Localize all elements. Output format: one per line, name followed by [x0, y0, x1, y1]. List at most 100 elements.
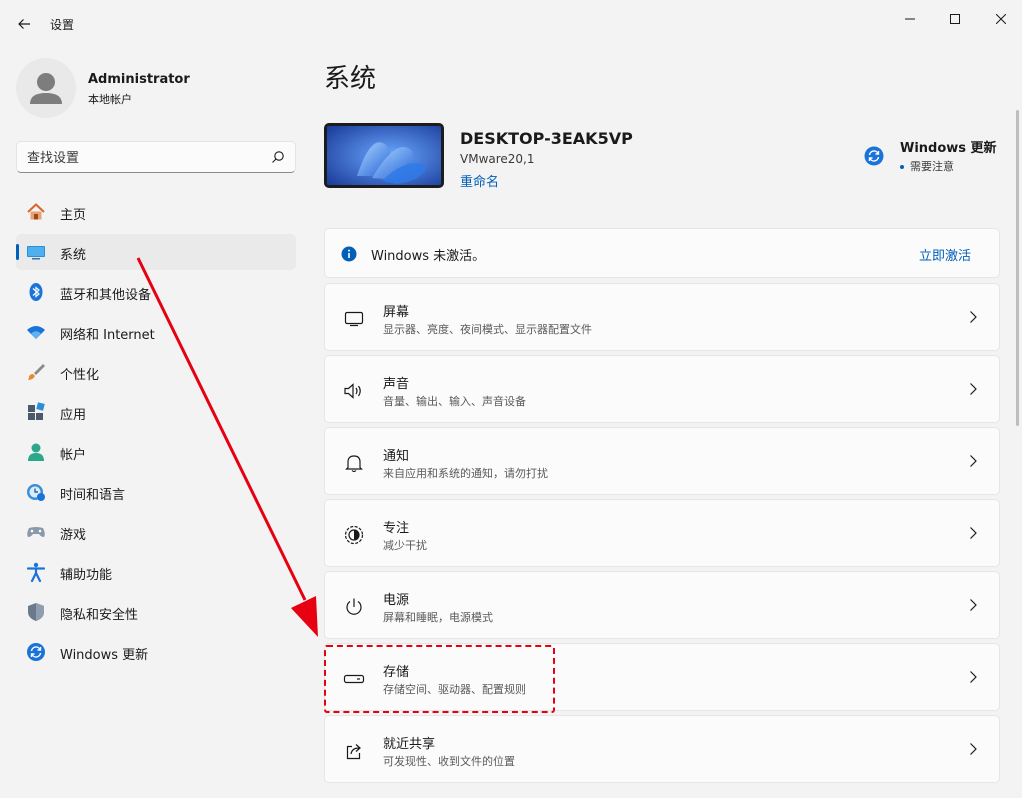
settings-row-notifications[interactable]: 通知 来自应用和系统的通知，请勿打扰 [324, 427, 1000, 495]
row-title: 电源 [383, 593, 410, 608]
row-title: 声音 [383, 377, 410, 392]
sidebar-item-apps[interactable]: 应用 [16, 394, 296, 430]
user-avatar-icon [30, 73, 62, 104]
sidebar-item-label: 网络和 Internet [60, 328, 155, 343]
row-title: 存储 [383, 665, 410, 680]
device-name: DESKTOP-3EAK5VP [460, 129, 633, 148]
sidebar-item-label: 蓝牙和其他设备 [60, 288, 152, 303]
shield-icon [26, 602, 46, 622]
chevron-right-icon [970, 455, 977, 467]
info-icon [341, 246, 357, 262]
sidebar-item-home[interactable]: 主页 [16, 194, 296, 230]
sidebar-item-label: 辅助功能 [60, 568, 113, 583]
active-indicator [16, 244, 19, 260]
close-button[interactable] [978, 4, 1022, 34]
settings-row-focus[interactable]: 专注 减少干扰 [324, 499, 1000, 567]
home-icon [26, 202, 46, 222]
sidebar-item-label: 时间和语言 [60, 488, 126, 503]
settings-row-sound[interactable]: 声音 音量、输出、输入、声音设备 [324, 355, 1000, 423]
speaker-icon [343, 380, 365, 402]
sidebar-item-label: Windows 更新 [60, 648, 149, 663]
back-arrow-icon [18, 19, 30, 29]
bell-icon [343, 452, 365, 474]
windows-update-title[interactable]: Windows 更新 [900, 137, 997, 156]
display-icon [343, 308, 365, 330]
settings-row-storage[interactable]: 存储 存储空间、驱动器、配置规则 [324, 643, 1000, 711]
search-icon[interactable] [271, 150, 285, 164]
chevron-right-icon [970, 527, 977, 539]
wifi-icon [26, 322, 46, 342]
row-description: 可发现性、收到文件的位置 [383, 755, 515, 768]
sidebar-item-accessibility[interactable]: 辅助功能 [16, 554, 296, 590]
sidebar-item-label: 帐户 [60, 448, 87, 463]
settings-row-power[interactable]: 电源 屏幕和睡眠，电源模式 [324, 571, 1000, 639]
scrollbar[interactable] [1016, 110, 1019, 426]
account-type: 本地帐户 [88, 93, 132, 106]
row-title: 就近共享 [383, 737, 436, 752]
row-description: 显示器、亮度、夜间模式、显示器配置文件 [383, 323, 592, 336]
accessibility-icon [26, 562, 46, 582]
account-icon [26, 442, 46, 462]
system-settings-list: 屏幕 显示器、亮度、夜间模式、显示器配置文件 声音 音量、输出、输入、声音设备 … [324, 283, 1000, 787]
user-name: Administrator [88, 72, 190, 87]
chevron-right-icon [970, 743, 977, 755]
rename-link[interactable]: 重命名 [460, 171, 499, 190]
search-input[interactable] [27, 148, 263, 168]
update-icon [26, 642, 46, 662]
sidebar-nav: 主页 系统 蓝牙和其他设备 网络和 Internet 个性化 应用 帐户 时间和… [16, 194, 296, 674]
search-box[interactable] [16, 141, 296, 173]
bluetooth-icon [26, 282, 46, 302]
activate-now-link[interactable]: 立即激活 [919, 245, 971, 264]
sidebar-item-network[interactable]: 网络和 Internet [16, 314, 296, 350]
back-button[interactable] [10, 10, 38, 38]
minimize-button[interactable] [887, 4, 933, 34]
sidebar-item-personalization[interactable]: 个性化 [16, 354, 296, 390]
gamepad-icon [26, 522, 46, 542]
activation-message: Windows 未激活。 [371, 249, 486, 264]
sidebar-item-accounts[interactable]: 帐户 [16, 434, 296, 470]
sidebar-item-bluetooth[interactable]: 蓝牙和其他设备 [16, 274, 296, 310]
sidebar-item-label: 游戏 [60, 528, 87, 543]
windows-update-icon[interactable] [864, 146, 884, 166]
apps-icon [26, 402, 46, 422]
row-title: 通知 [383, 449, 410, 464]
sidebar-item-label: 系统 [60, 248, 87, 263]
maximize-button[interactable] [932, 4, 978, 34]
sidebar-item-gaming[interactable]: 游戏 [16, 514, 296, 550]
share-icon [343, 740, 365, 762]
status-dot [900, 165, 904, 169]
brush-icon [26, 362, 46, 382]
app-title: 设置 [50, 18, 75, 32]
storage-icon [343, 668, 365, 690]
row-description: 来自应用和系统的通知，请勿打扰 [383, 467, 548, 480]
minimize-icon [905, 18, 915, 20]
row-description: 屏幕和睡眠，电源模式 [383, 611, 493, 624]
time-language-icon [26, 482, 46, 502]
device-model: VMware20,1 [460, 152, 535, 166]
sidebar-item-label: 隐私和安全性 [60, 608, 139, 623]
maximize-icon [950, 14, 960, 24]
sidebar-item-label: 个性化 [60, 368, 100, 383]
avatar[interactable] [16, 58, 76, 118]
sidebar-item-time-language[interactable]: 时间和语言 [16, 474, 296, 510]
close-icon [996, 14, 1006, 24]
chevron-right-icon [970, 311, 977, 323]
title-bar: 设置 [0, 0, 1022, 48]
status-text: 需要注意 [910, 160, 954, 173]
page-title: 系统 [324, 64, 377, 94]
chevron-right-icon [970, 671, 977, 683]
row-description: 存储空间、驱动器、配置规则 [383, 683, 526, 696]
row-description: 音量、输出、输入、声音设备 [383, 395, 526, 408]
power-icon [343, 596, 365, 618]
chevron-right-icon [970, 599, 977, 611]
sidebar-item-system[interactable]: 系统 [16, 234, 296, 270]
settings-row-display[interactable]: 屏幕 显示器、亮度、夜间模式、显示器配置文件 [324, 283, 1000, 351]
system-icon [26, 242, 46, 262]
settings-row-nearby-sharing[interactable]: 就近共享 可发现性、收到文件的位置 [324, 715, 1000, 783]
row-title: 专注 [383, 521, 410, 536]
windows-update-status: 需要注意 [900, 158, 954, 174]
sidebar-item-privacy[interactable]: 隐私和安全性 [16, 594, 296, 630]
row-description: 减少干扰 [383, 539, 427, 552]
activation-banner: Windows 未激活。 立即激活 [324, 228, 1000, 278]
sidebar-item-windows-update[interactable]: Windows 更新 [16, 634, 296, 670]
